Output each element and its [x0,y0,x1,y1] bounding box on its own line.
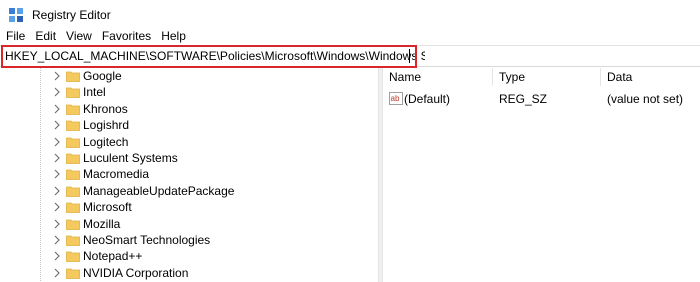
value-row[interactable]: ab (Default) REG_SZ (value not set) [383,91,700,107]
tree-node[interactable]: Logitech [0,134,378,150]
window-title: Registry Editor [32,7,111,22]
text-caret [409,49,410,63]
folder-icon [66,219,80,230]
menu-file[interactable]: File [0,29,30,44]
folder-icon [66,186,80,197]
tree-node[interactable]: Notepad++ [0,248,378,264]
folder-icon [66,71,80,82]
folder-icon [66,235,80,246]
tree-node-label: ManageableUpdatePackage [83,183,235,198]
column-header-data[interactable]: Data [601,68,700,86]
chevron-right-icon[interactable] [53,104,61,114]
address-input[interactable] [5,49,425,63]
tree-node[interactable]: ManageableUpdatePackage [0,183,378,199]
chevron-right-icon[interactable] [53,219,61,229]
menu-view[interactable]: View [61,29,97,44]
chevron-right-icon[interactable] [53,169,61,179]
title-bar: Registry Editor [0,0,700,29]
chevron-right-icon[interactable] [53,87,61,97]
tree-node[interactable]: NVIDIA Corporation [0,265,378,281]
tree-node-label: Intel [83,85,106,100]
tree-node[interactable]: Khronos [0,101,378,117]
folder-icon [66,104,80,115]
menu-edit[interactable]: Edit [30,29,61,44]
tree-node-label: Mozilla [83,216,121,231]
string-value-icon: ab [389,92,403,105]
folder-icon [66,137,80,148]
tree-node-label: Logishrd [83,118,130,133]
column-header-name[interactable]: Name [383,68,493,86]
value-data: (value not set) [607,92,684,106]
value-name: (Default) [404,92,451,106]
values-list[interactable]: Name Type Data ab (Default) REG_SZ (valu… [383,68,700,282]
value-type: REG_SZ [499,92,548,106]
tree-node[interactable]: Google [0,68,378,84]
tree-node[interactable]: Mozilla [0,216,378,232]
svg-text:ab: ab [391,94,400,103]
tree-node-label: Luculent Systems [83,151,178,165]
tree-node-label: NVIDIA Corporation [83,265,189,280]
menu-help[interactable]: Help [156,29,191,44]
tree-node[interactable]: Intel [0,84,378,100]
tree-node[interactable]: Microsoft [0,199,378,215]
tree-node[interactable]: Macromedia [0,166,378,182]
key-tree[interactable]: Google Intel Khronos Logishrd Logitech Lucule… [0,68,378,282]
chevron-right-icon[interactable] [53,186,61,196]
chevron-right-icon[interactable] [53,137,61,147]
tree-node[interactable]: Logishrd [0,117,378,133]
folder-icon [66,251,80,263]
tree-node-label: Google [83,69,122,83]
chevron-right-icon[interactable] [53,251,61,261]
tree-node-label: NeoSmart Technologies [83,233,211,247]
tree-node[interactable]: NeoSmart Technologies [0,232,378,248]
menu-bar: File Edit View Favorites Help [0,29,700,44]
folder-icon [66,153,80,164]
tree-node-label: Notepad++ [83,249,143,264]
folder-icon [66,87,80,99]
tree-node-label: Macromedia [83,167,150,182]
chevron-right-icon[interactable] [53,71,61,81]
address-bar [0,45,700,67]
chevron-right-icon[interactable] [53,235,61,245]
chevron-right-icon[interactable] [53,268,61,278]
folder-icon [66,169,80,181]
tree-node-label: Logitech [83,134,129,149]
chevron-right-icon[interactable] [53,153,61,163]
folder-icon [66,120,80,132]
folder-icon [66,268,80,279]
tree-node-label: Khronos [83,101,128,116]
chevron-right-icon[interactable] [53,202,61,212]
tree-node[interactable]: Luculent Systems [0,150,378,166]
column-header-type[interactable]: Type [493,68,601,86]
chevron-right-icon[interactable] [53,120,61,130]
tree-node-label: Microsoft [83,200,132,215]
folder-icon [66,202,80,214]
menu-favorites[interactable]: Favorites [97,29,156,44]
registry-editor-icon [9,7,23,22]
